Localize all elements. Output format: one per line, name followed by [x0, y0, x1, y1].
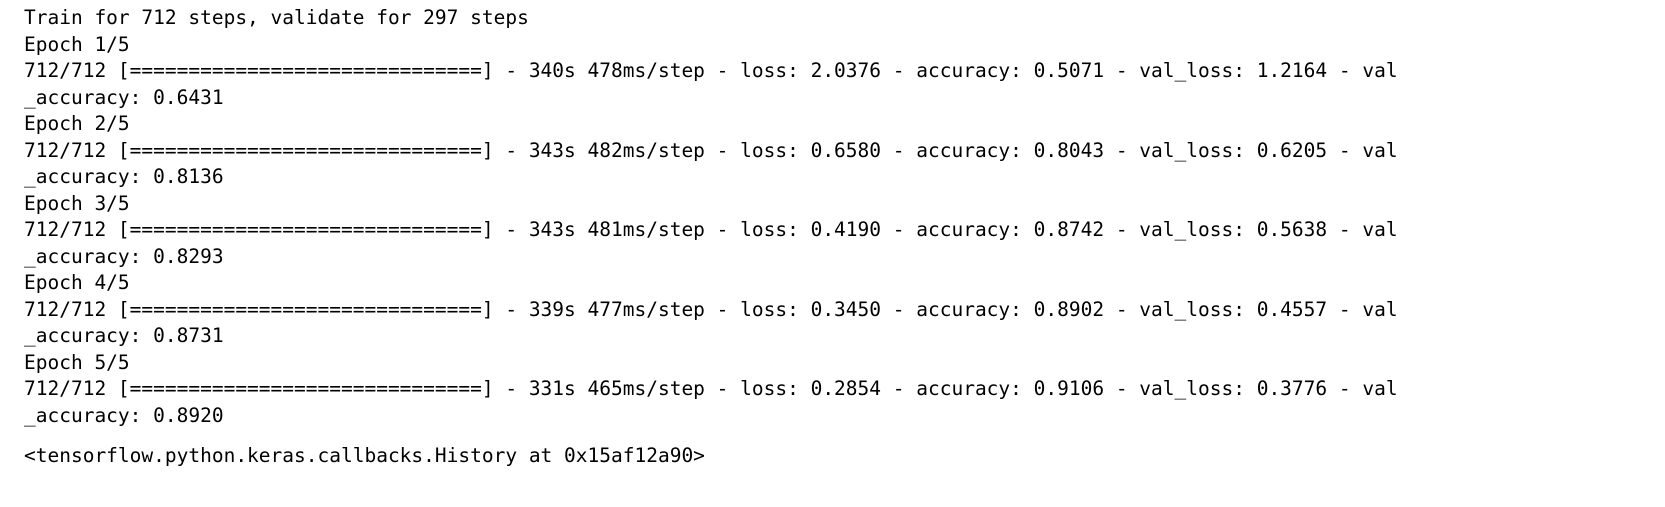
epoch-progress-continuation: _accuracy: 0.8136	[24, 165, 224, 188]
epoch-header: Epoch 4/5	[24, 271, 130, 294]
epoch-header: Epoch 3/5	[24, 191, 130, 215]
epoch-progress-continuation: _accuracy: 0.8920	[24, 403, 224, 427]
epoch-progress-line: 712/712 [==============================]…	[24, 377, 1398, 400]
epoch-progress-line: 712/712 [==============================]…	[24, 59, 1398, 82]
training-log-output: Train for 712 steps, validate for 297 st…	[24, 5, 1654, 470]
epoch-block: Epoch 4/5 712/712 [=====================…	[24, 270, 1654, 350]
epoch-block: Epoch 5/5 712/712 [=====================…	[24, 350, 1654, 430]
epoch-progress-continuation: _accuracy: 0.8731	[24, 324, 224, 347]
epoch-block: Epoch 2/5 712/712 [=====================…	[24, 111, 1654, 191]
epoch-block: Epoch 1/5 712/712 [=====================…	[24, 32, 1654, 112]
epoch-progress-line: 712/712 [==============================]…	[24, 218, 1398, 241]
epoch-progress-line: 712/712 [==============================]…	[24, 297, 1398, 321]
epoch-header: Epoch 1/5	[24, 32, 130, 56]
epoch-progress-continuation: _accuracy: 0.8293	[24, 244, 224, 268]
train-summary-line: Train for 712 steps, validate for 297 st…	[24, 6, 529, 29]
epoch-progress-continuation: _accuracy: 0.6431	[24, 85, 224, 109]
return-value-line: <tensorflow.python.keras.callbacks.Histo…	[24, 444, 705, 467]
epoch-block: Epoch 3/5 712/712 [=====================…	[24, 191, 1654, 271]
epoch-progress-line: 712/712 [==============================]…	[24, 138, 1398, 162]
epoch-header: Epoch 2/5	[24, 112, 130, 135]
epoch-header: Epoch 5/5	[24, 350, 130, 374]
